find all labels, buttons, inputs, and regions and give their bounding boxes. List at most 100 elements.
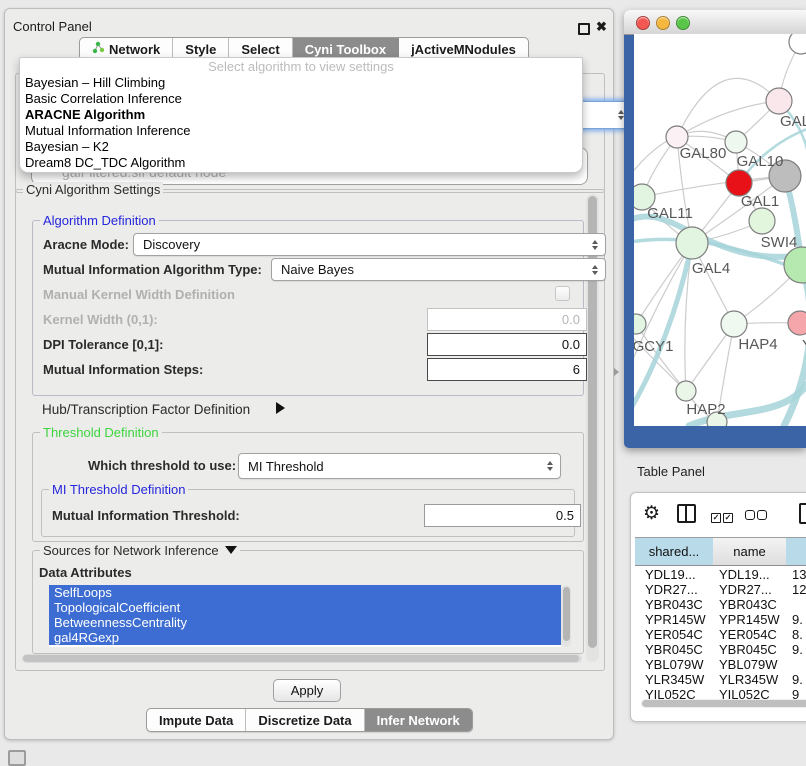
algorithm-option[interactable]: Dream8 DC_TDC Algorithm [20,155,582,171]
network-node[interactable] [766,88,792,114]
select-all-checkboxes-icon[interactable]: ✓✓ [711,507,735,525]
settings-gear-icon[interactable]: ⚙ [643,502,660,525]
table-cell: YLR345W [719,672,784,687]
algorithm-popup: Select algorithm to view settings Bayesi… [19,57,583,173]
table-cell: YER054C [645,627,715,642]
tab-label: jActiveMNodules [411,42,516,57]
split-panel-icon[interactable] [677,504,696,523]
manual-kernel-label: Manual Kernel Width Definition [43,287,235,302]
table-row[interactable]: YBL079WYBL079W [635,657,806,672]
settings-hscrollbar-track[interactable] [22,654,582,663]
network-node[interactable] [789,34,806,54]
mi-type-select[interactable]: Naive Bayes [271,258,606,281]
minimize-traffic-light[interactable] [656,16,670,30]
float-window-icon[interactable] [578,23,590,35]
algorithm-option[interactable]: ARACNE Algorithm [20,107,582,123]
algorithm-option[interactable]: Bayesian – Hill Climbing [20,75,582,91]
network-node[interactable] [676,227,708,259]
node-label: GCY1 [634,338,673,355]
table-cell: YDR27... [719,582,784,597]
aracne-mode-value: Discovery [143,237,200,252]
which-threshold-select[interactable]: MI Threshold [238,453,561,479]
zoom-traffic-light[interactable] [676,16,690,30]
threshold-definition-group: Threshold Definition Which threshold to … [32,432,584,542]
network-node[interactable] [721,311,747,337]
network-node[interactable] [725,131,747,153]
algorithm-option[interactable]: Bayesian – K2 [20,139,582,155]
table-row[interactable]: YLR345WYLR345W9. [635,672,806,687]
table-row[interactable]: YDL19...YDL19...13 [635,567,806,582]
threshold-definition-title: Threshold Definition [40,425,162,440]
hub-definition-label: Hub/Transcription Factor Definition [42,402,250,417]
dpi-tolerance-field[interactable]: 0.0 [427,333,587,356]
attribute-list-scrollbar[interactable] [561,585,571,647]
network-window: GALGAL80GAL10GAL1GAL11SWI4GAL4GCY1HAP4YH… [624,10,806,448]
close-icon[interactable]: ✖ [596,19,607,35]
data-attributes-list: SelfLoopsTopologicalCoefficientBetweenne… [49,585,561,647]
attribute-item[interactable]: BetweennessCentrality [49,615,561,630]
table-toolbar: ⚙ ✓✓ [631,501,806,529]
table-hscrollbar-thumb[interactable] [642,700,806,707]
attribute-item[interactable]: gal4RGexp [49,630,561,645]
tab-infer-network[interactable]: Infer Network [365,709,472,731]
splitter-handle[interactable] [614,368,619,376]
table-hscrollbar-track[interactable] [641,699,806,708]
aracne-mode-label: Aracne Mode: [43,237,129,252]
settings-hscrollbar-thumb[interactable] [23,655,579,662]
combo-arrows-icon [547,461,553,471]
control-panel: Control Panel ✖ NetworkStyleSelectCyni T… [4,8,614,740]
mi-threshold-value: 0.5 [556,508,574,523]
algorithm-definition-group: Algorithm Definition Aracne Mode: Discov… [32,220,584,396]
table-row[interactable]: YDR27...YDR27...12 [635,582,806,597]
tab-impute-data[interactable]: Impute Data [147,709,246,731]
algorithm-definition-title: Algorithm Definition [40,213,159,228]
which-threshold-label: Which threshold to use: [88,458,236,473]
manual-kernel-checkbox[interactable] [555,286,570,301]
apply-button[interactable]: Apply [273,679,341,702]
expand-right-icon[interactable] [276,402,285,414]
mi-steps-label: Mutual Information Steps: [43,362,203,377]
column-header[interactable]: shared... [635,537,714,566]
table-document-icon[interactable] [799,503,806,524]
tab-label: Infer Network [377,713,460,728]
table-cell: YLR345W [645,672,715,687]
collapsed-panel-icon[interactable] [8,750,26,766]
table-row[interactable]: YBR043CYBR043C [635,597,806,612]
network-node[interactable] [634,314,646,334]
mi-steps-field[interactable]: 6 [427,358,587,381]
network-window-titlebar[interactable] [624,10,806,35]
dpi-tolerance-value: 0.0 [562,337,580,352]
algorithm-option[interactable]: Mutual Information Inference [20,123,582,139]
network-node[interactable] [788,311,806,335]
kernel-width-field[interactable]: 0.0 [427,308,587,331]
network-node[interactable] [784,247,806,283]
algorithm-option[interactable]: Basic Correlation Inference [20,91,582,107]
table-panel-title: Table Panel [637,464,705,479]
table-row[interactable]: YPR145WYPR145W9. [635,612,806,627]
settings-group-title: Cyni Algorithm Settings [23,182,163,197]
column-header[interactable]: A [786,537,806,566]
collapse-down-icon[interactable] [225,546,237,554]
attribute-item[interactable]: SelfLoops [49,585,561,600]
combo-arrows-icon [592,265,598,275]
unselect-all-checkboxes-icon[interactable] [745,507,769,525]
network-node[interactable] [749,208,775,234]
network-canvas[interactable]: GALGAL80GAL10GAL1GAL11SWI4GAL4GCY1HAP4YH… [634,34,806,426]
aracne-mode-select[interactable]: Discovery [133,233,606,256]
attribute-list-scrollbar-thumb[interactable] [563,587,570,641]
close-traffic-light[interactable] [636,16,650,30]
table-cell: YBR045C [719,642,784,657]
tab-discretize-data[interactable]: Discretize Data [246,709,364,731]
network-node[interactable] [676,381,696,401]
table-row[interactable]: YER054CYER054C8. [635,627,806,642]
mi-threshold-field[interactable]: 0.5 [424,504,581,527]
table-row[interactable]: YBR045CYBR045C9. [635,642,806,657]
mi-threshold-label: Mutual Information Threshold: [52,508,240,523]
mi-type-value: Naive Bayes [281,262,354,277]
node-label: GAL1 [741,193,779,210]
mi-steps-value: 6 [573,362,580,377]
column-header[interactable]: name [713,537,787,566]
panel-title: Control Panel [13,19,92,34]
table-cell: YBR045C [645,642,715,657]
attribute-item[interactable]: TopologicalCoefficient [49,600,561,615]
